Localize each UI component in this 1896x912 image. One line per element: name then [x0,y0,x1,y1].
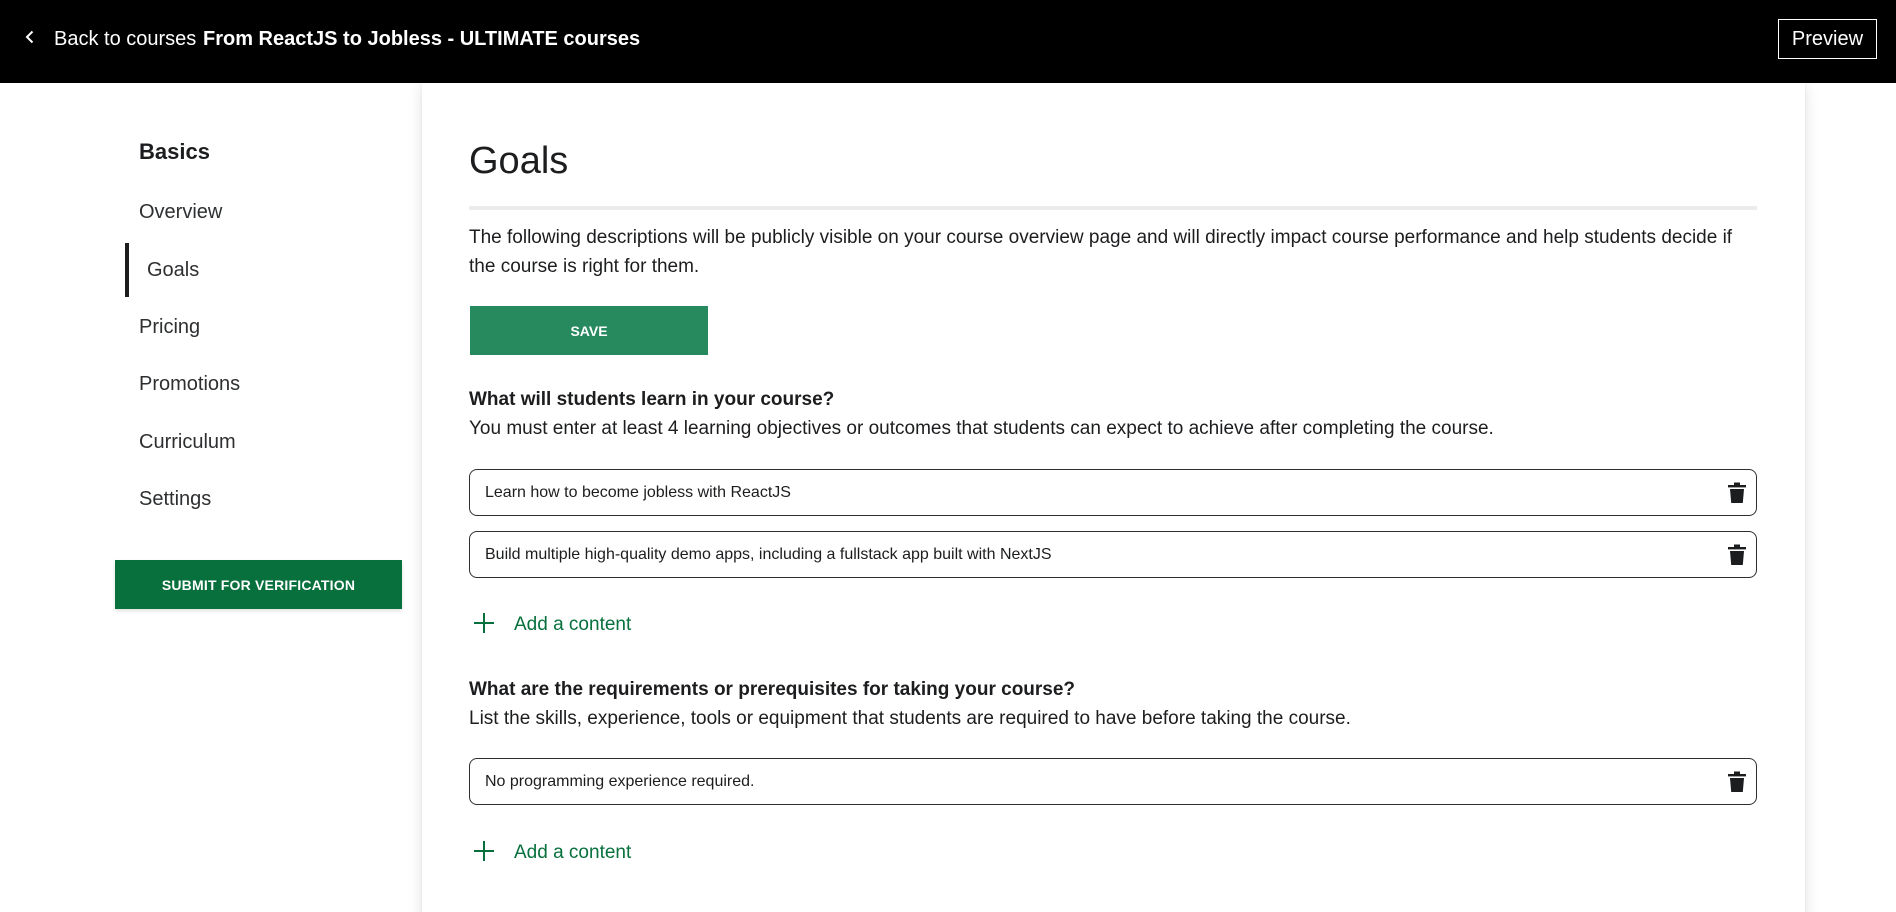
chevron-left-icon [22,29,54,50]
title-divider [469,206,1757,210]
requirement-input[interactable] [470,759,1726,804]
sidebar-heading: Basics [139,139,210,164]
requirement-row [469,758,1757,805]
trash-icon[interactable] [1726,770,1748,794]
back-to-courses-label: Back to courses [54,28,197,50]
sidebar-item-label: Settings [139,487,212,510]
plus-icon [473,612,514,639]
sidebar-item-goals[interactable]: Goals [125,243,385,297]
add-content-label: Add a content [514,842,632,863]
learning-objective-row [469,531,1757,578]
page-title: Goals [469,140,569,182]
sidebar-item-overview[interactable]: Overview [139,185,399,239]
sidebar-item-curriculum[interactable]: Curriculum [139,415,399,469]
sidebar-item-label: Pricing [139,315,201,338]
learning-objectives-description: You must enter at least 4 learning objec… [469,418,1494,439]
sidebar-item-pricing[interactable]: Pricing [139,300,399,354]
sidebar-item-label: Overview [139,200,223,223]
trash-icon[interactable] [1726,543,1748,567]
course-title: From ReactJS to Jobless - ULTIMATE cours… [203,28,641,50]
requirements-title: What are the requirements or prerequisit… [469,679,1076,700]
sidebar-item-label: Promotions [139,372,241,395]
goals-panel: Goals The following descriptions will be… [422,83,1805,912]
save-button[interactable]: SAVE [470,306,708,355]
learning-objectives-title: What will students learn in your course? [469,389,835,410]
plus-icon [473,840,514,867]
back-to-courses-link[interactable]: Back to courses [22,26,196,52]
add-requirement-button[interactable]: Add a content [473,838,631,868]
preview-button[interactable]: Preview [1778,19,1877,59]
learning-objective-input[interactable] [470,470,1726,515]
intro-text: The following descriptions will be publi… [469,227,1733,277]
sidebar-item-label: Curriculum [139,430,236,453]
trash-icon[interactable] [1726,481,1748,505]
sidebar-item-settings[interactable]: Settings [139,472,399,526]
add-content-label: Add a content [514,614,632,635]
requirements-description: List the skills, experience, tools or eq… [469,708,1351,729]
sidebar-item-label: Goals [147,258,200,281]
top-bar: Back to courses From ReactJS to Jobless … [0,0,1896,83]
add-learning-objective-button[interactable]: Add a content [473,610,631,640]
learning-objective-input[interactable] [470,532,1726,577]
sidebar: Basics Overview Goals Pricing Promotions… [0,83,420,912]
submit-for-verification-button[interactable]: SUBMIT FOR VERIFICATION [115,560,402,609]
sidebar-item-promotions[interactable]: Promotions [139,357,399,411]
learning-objective-row [469,469,1757,516]
